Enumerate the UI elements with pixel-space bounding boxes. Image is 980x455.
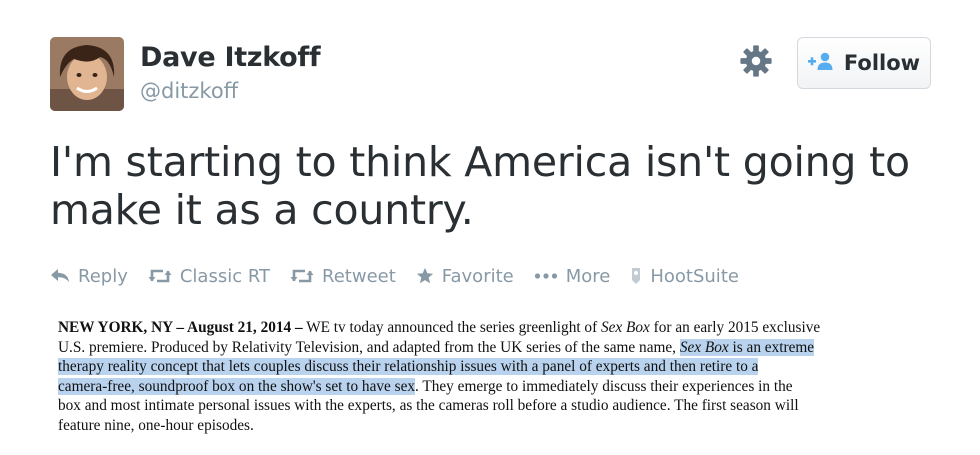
display-name[interactable]: Dave Itzkoff — [140, 42, 321, 73]
reply-button[interactable]: Reply — [50, 266, 128, 287]
reply-icon — [51, 269, 69, 282]
user-handle[interactable]: @ditzkoff — [140, 79, 238, 103]
press-text: WE tv today announced the series greenli… — [302, 319, 601, 336]
press-text: . They emerge to immediately discuss the… — [415, 377, 793, 395]
star-icon — [416, 267, 433, 284]
hootsuite-button[interactable]: HootSuite — [630, 266, 739, 287]
press-release-image: NEW YORK, NY – August 21, 2014 – WE tv t… — [58, 318, 908, 435]
retweet-icon — [148, 269, 172, 283]
press-dateline: NEW YORK, NY – August 21, 2014 – — [58, 319, 303, 336]
retweet-label: Retweet — [322, 265, 396, 287]
more-label: More — [565, 265, 611, 287]
more-dots-icon — [534, 273, 557, 279]
press-line: NEW YORK, NY – August 21, 2014 – WE tv t… — [58, 318, 908, 338]
press-highlight: camera-free, soundproof box on the show'… — [58, 377, 416, 395]
favorite-button[interactable]: Favorite — [416, 266, 514, 287]
press-line: therapy reality concept that lets couple… — [58, 357, 908, 377]
gear-icon[interactable] — [739, 44, 773, 78]
retweet-icon — [290, 269, 314, 283]
press-line: camera-free, soundproof box on the show'… — [58, 377, 908, 397]
tweet-text: I'm starting to think America isn't goin… — [50, 138, 910, 234]
follow-label: Follow — [843, 51, 921, 75]
press-show-title: Sex Box — [679, 338, 729, 356]
press-show-title: Sex Box — [600, 319, 650, 336]
hootsuite-icon — [632, 268, 641, 284]
press-text: U.S. premiere. Produced by Relativity Te… — [58, 338, 680, 356]
press-text: box and most intimate personal issues wi… — [58, 397, 799, 414]
classic-rt-button[interactable]: Classic RT — [148, 266, 270, 287]
classic-rt-label: Classic RT — [179, 265, 271, 287]
press-line: U.S. premiere. Produced by Relativity Te… — [58, 338, 908, 358]
press-text: is an extreme — [728, 338, 815, 356]
hootsuite-label: HootSuite — [650, 265, 739, 287]
follow-button[interactable]: Follow — [797, 37, 931, 89]
press-line: feature nine, one-hour episodes. — [58, 416, 908, 436]
press-text: feature nine, one-hour episodes. — [58, 416, 254, 434]
retweet-button[interactable]: Retweet — [290, 266, 396, 287]
press-line: box and most intimate personal issues wi… — [58, 396, 908, 416]
reply-label: Reply — [78, 265, 128, 287]
press-text: for an early 2015 exclusive — [649, 319, 821, 336]
more-button[interactable]: More — [534, 265, 611, 287]
avatar[interactable] — [50, 37, 124, 111]
tweet-actions: Reply Classic RT Retweet Favorite More H… — [50, 262, 759, 290]
add-user-icon — [807, 52, 834, 74]
press-highlight: Sex Box is an extreme — [679, 338, 815, 356]
favorite-label: Favorite — [441, 265, 514, 287]
press-highlight: therapy reality concept that lets couple… — [58, 358, 759, 375]
